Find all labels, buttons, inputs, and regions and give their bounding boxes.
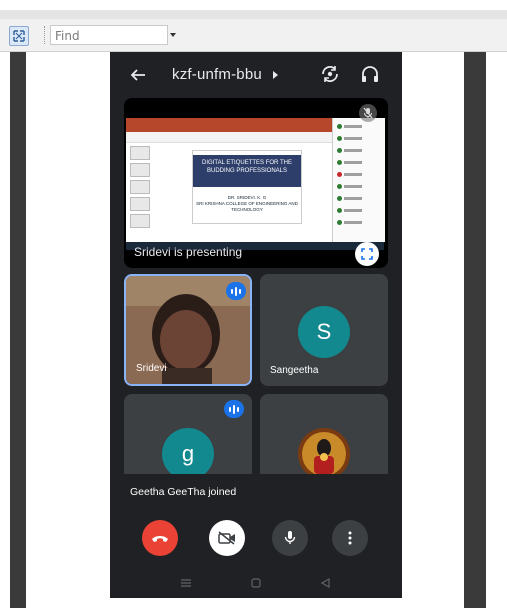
mic-off-icon (359, 104, 377, 122)
joined-notification: Geetha GeeTha joined (130, 486, 237, 498)
end-call-button[interactable] (142, 520, 178, 556)
menu-nav-icon[interactable] (180, 578, 192, 588)
participant-name: Sridevi (136, 363, 167, 374)
more-vert-icon (348, 531, 352, 545)
participant-tile-sangeetha[interactable]: S Sangeetha (260, 274, 388, 386)
viewer-toolbar: Find (0, 19, 507, 52)
more-options-button[interactable] (332, 520, 368, 556)
ppt-toolbar (126, 132, 332, 143)
meeting-header: kzf-unfm-bbu (110, 52, 402, 98)
camera-switch-icon[interactable] (320, 64, 340, 84)
speaking-indicator-icon (226, 282, 246, 300)
meeting-code[interactable]: kzf-unfm-bbu (172, 66, 262, 83)
headphones-icon[interactable] (360, 64, 380, 84)
participant-tile-image[interactable] (260, 394, 388, 474)
presentation-tile[interactable]: DIGITAL ETIQUETTES FOR THE BUDDING PROFE… (124, 98, 388, 268)
ppt-ribbon (126, 118, 332, 132)
android-navbar (110, 568, 402, 598)
shared-screen: DIGITAL ETIQUETTES FOR THE BUDDING PROFE… (126, 118, 385, 250)
home-nav-icon[interactable] (251, 578, 261, 588)
speaking-indicator-icon (224, 400, 244, 418)
participant-name: Sangeetha (270, 365, 319, 376)
avatar: g (162, 428, 214, 474)
page-left-margin (26, 52, 110, 598)
microphone-button[interactable] (272, 520, 308, 556)
avatar (298, 428, 350, 474)
slide-title: DIGITAL ETIQUETTES FOR THE BUDDING PROFE… (193, 155, 301, 187)
arrow-left-icon[interactable] (130, 67, 146, 83)
slide-college: SRI KRISHNA COLLEGE OF ENGINEERING AND T… (196, 201, 298, 212)
camera-toggle-button[interactable] (209, 520, 245, 556)
slide-author-block: DR. SRIDEVI. K. G SRI KRISHNA COLLEGE OF… (193, 195, 301, 213)
back-nav-icon[interactable] (320, 578, 330, 588)
fullscreen-icon[interactable] (355, 242, 379, 266)
participants-panel (332, 118, 385, 242)
camera-off-icon (218, 531, 235, 545)
call-controls (110, 518, 402, 558)
avatar: S (298, 306, 350, 358)
phone-hangup-icon (152, 536, 168, 542)
find-input[interactable]: Find (50, 25, 168, 45)
participant-tile-sridevi[interactable]: Sridevi (124, 274, 252, 386)
chevron-right-icon[interactable] (273, 71, 278, 79)
find-dropdown-arrow-icon[interactable] (170, 33, 176, 37)
page-right-margin (402, 52, 464, 598)
slide-thumbnails (130, 146, 150, 236)
presenting-label: Sridevi is presenting (134, 245, 243, 259)
participant-tile-g[interactable]: g (124, 394, 252, 474)
top-bar (0, 10, 507, 19)
toolbar-separator (44, 26, 48, 44)
current-slide: DIGITAL ETIQUETTES FOR THE BUDDING PROFE… (192, 150, 302, 224)
meet-screenshot: kzf-unfm-bbu DIGITAL ETIQUETTES FOR THE … (110, 52, 402, 598)
page-bottom-margin (26, 598, 464, 608)
browser-top-strip (0, 0, 507, 19)
microphone-icon (284, 531, 296, 544)
expand-icon[interactable] (9, 26, 29, 46)
